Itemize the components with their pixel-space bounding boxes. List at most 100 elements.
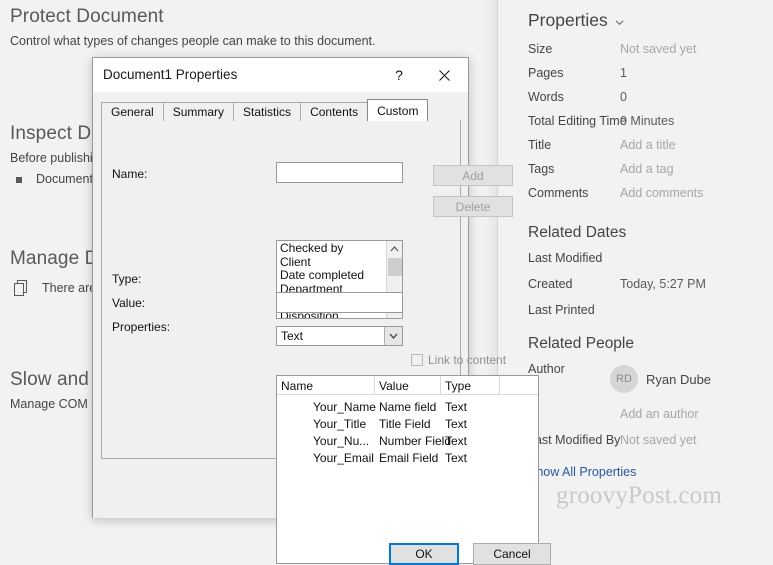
properties-title: Properties: [528, 10, 608, 30]
avatar: RD: [610, 365, 638, 393]
document-properties-dialog: Document1 Properties ? General Summary S…: [92, 57, 551, 565]
type-combobox[interactable]: Text: [276, 326, 403, 346]
property-value[interactable]: Add comments: [620, 186, 703, 200]
document-pages-icon: [14, 280, 27, 296]
property-row-pages: Pages 1: [528, 66, 773, 80]
grid-header-row: Name Value Type: [277, 376, 538, 395]
section-heading: Protect Document: [10, 6, 164, 27]
add-author-row[interactable]: Add an author: [528, 407, 773, 421]
list-item[interactable]: Checked by: [280, 241, 386, 256]
property-label: Comments: [528, 186, 589, 200]
checkbox-icon[interactable]: [411, 354, 423, 366]
delete-button[interactable]: Delete: [433, 196, 513, 217]
list-item[interactable]: Date completed: [280, 269, 386, 283]
property-label: Author: [528, 362, 565, 376]
close-icon[interactable]: [428, 64, 460, 86]
section-heading: Inspect Do: [10, 123, 102, 144]
grid-column-header-value[interactable]: Value: [379, 379, 409, 393]
value-label: Value:: [112, 296, 146, 310]
property-row-total-editing-time: Total Editing Time 0 Minutes: [528, 114, 773, 128]
list-item[interactable]: Client: [280, 255, 386, 270]
property-row-tags: Tags Add a tag: [528, 162, 773, 176]
add-button[interactable]: Add: [433, 165, 513, 186]
tabstrip: General Summary Statistics Contents Cust…: [101, 99, 461, 121]
property-value[interactable]: Not saved yet: [620, 433, 696, 447]
name-label: Name:: [112, 167, 148, 181]
property-label: Pages: [528, 66, 564, 80]
tab-summary[interactable]: Summary: [162, 102, 235, 121]
properties-grid[interactable]: Name Value Type Your_Name Name field Tex…: [276, 375, 539, 564]
last-modified-by-row: Last Modified By Not saved yet: [528, 433, 773, 447]
property-value[interactable]: 0 Minutes: [620, 114, 674, 128]
scrollbar-thumb[interactable]: [388, 258, 402, 276]
table-row[interactable]: Your_Name Name field Text: [277, 398, 538, 415]
section-inspect-document: Inspect Do Before publishin Document p: [10, 123, 103, 186]
cell-type: Text: [445, 451, 468, 465]
tab-custom[interactable]: Custom: [367, 99, 429, 121]
cell-value: Title Field: [379, 417, 431, 431]
property-value[interactable]: Add a tag: [620, 162, 674, 176]
property-value[interactable]: Today, 5:27 PM: [620, 277, 706, 291]
dialog-title: Document1 Properties: [103, 67, 238, 82]
dialog-titlebar[interactable]: Document1 Properties ?: [93, 58, 468, 92]
tab-statistics[interactable]: Statistics: [233, 102, 302, 121]
link-to-content-checkbox-row[interactable]: Link to content: [411, 353, 506, 367]
property-label: Tags: [528, 162, 555, 176]
cell-name: Your_Email: [313, 451, 374, 465]
grid-column-divider[interactable]: [374, 376, 375, 395]
property-value[interactable]: 1: [620, 66, 627, 80]
author-name: Ryan Dube: [646, 371, 712, 387]
watermark: groovyPost.com: [556, 482, 722, 509]
chevron-down-icon[interactable]: [384, 327, 402, 345]
grid-column-divider[interactable]: [499, 376, 500, 395]
property-label: Title: [528, 138, 552, 152]
properties-label: Properties:: [112, 320, 171, 334]
property-label: Words: [528, 90, 564, 104]
bullet-item: Document p: [10, 172, 103, 186]
cell-type: Text: [445, 400, 468, 414]
properties-title-row[interactable]: Properties: [528, 10, 624, 31]
property-row-comments: Comments Add comments: [528, 186, 773, 200]
section-protect-document: Protect Document Control what types of c…: [10, 6, 376, 48]
property-label: Last Printed: [528, 303, 595, 317]
property-value[interactable]: Add a title: [620, 138, 676, 152]
name-input[interactable]: [276, 162, 403, 183]
section-subtitle: Control what types of changes people can…: [10, 34, 376, 48]
properties-pane: Properties Size Not saved yet Pages 1 Wo…: [498, 0, 773, 533]
cell-value: Number Field: [379, 434, 452, 448]
property-row-words: Words 0: [528, 90, 773, 104]
property-label: Created: [528, 277, 573, 291]
show-all-properties-link[interactable]: Show All Properties: [528, 465, 636, 479]
add-author-link[interactable]: Add an author: [620, 407, 699, 421]
cancel-button[interactable]: Cancel: [473, 543, 551, 565]
property-label: Last Modified By: [528, 433, 621, 447]
grid-column-header-type[interactable]: Type: [445, 379, 471, 393]
related-date-row-last-modified: Last Modified: [528, 251, 773, 265]
section-subtitle: Before publishin: [10, 151, 100, 165]
related-date-row-last-printed: Last Printed: [528, 303, 773, 317]
table-row[interactable]: Your_Title Title Field Text: [277, 415, 538, 432]
grid-column-divider[interactable]: [440, 376, 441, 395]
chevron-up-icon[interactable]: [387, 241, 402, 257]
ok-button[interactable]: OK: [389, 543, 459, 565]
author-entry[interactable]: RD Ryan Dube: [610, 365, 711, 393]
link-to-content-label: Link to content: [428, 353, 507, 367]
property-label: Last Modified: [528, 251, 603, 265]
tab-contents[interactable]: Contents: [300, 102, 369, 121]
related-people-heading: Related People: [528, 335, 634, 352]
cell-name: Your_Title: [313, 417, 367, 431]
property-label: Size: [528, 42, 553, 56]
cell-name: Your_Nu...: [313, 434, 370, 448]
help-icon[interactable]: ?: [386, 64, 412, 86]
chevron-down-icon[interactable]: [615, 18, 624, 27]
property-value[interactable]: 0: [620, 90, 627, 104]
table-row[interactable]: Your_Nu... Number Field Text: [277, 432, 538, 449]
property-value[interactable]: Not saved yet: [620, 42, 696, 56]
property-row-title: Title Add a title: [528, 138, 773, 152]
value-input[interactable]: [276, 292, 403, 313]
grid-column-header-name[interactable]: Name: [281, 379, 313, 393]
bullet-square-icon: [16, 177, 22, 183]
tab-general[interactable]: General: [101, 102, 164, 121]
table-row[interactable]: Your_Email Email Field Text: [277, 449, 538, 466]
cell-value: Email Field: [379, 451, 439, 465]
